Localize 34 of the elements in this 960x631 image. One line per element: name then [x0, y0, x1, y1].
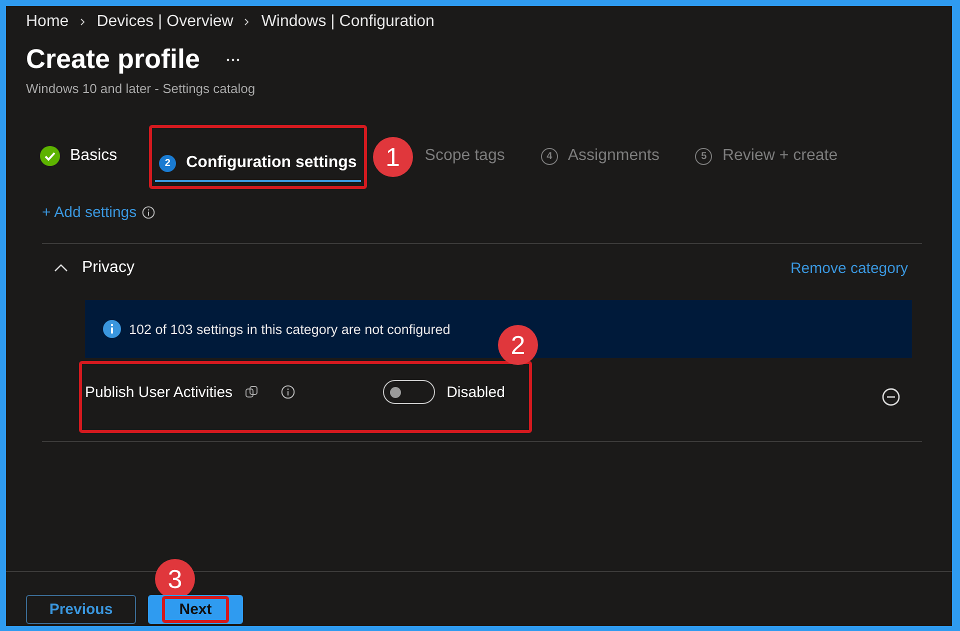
callout-number: 1	[372, 137, 413, 177]
step-number: 2	[159, 154, 176, 172]
step-number: 5	[695, 148, 712, 164]
info-icon	[103, 320, 121, 338]
breadcrumb-link[interactable]: Devices | Overview	[96, 13, 234, 31]
highlight-box: Next	[162, 596, 229, 623]
check-circle-icon	[40, 146, 60, 166]
page-title: Create profile	[26, 44, 200, 75]
page-subtitle: Windows 10 and later - Settings catalog	[26, 81, 256, 96]
add-settings-link[interactable]: + Add settings	[42, 204, 137, 221]
banner-text: 102 of 103 settings in this category are not configured	[129, 322, 450, 336]
setting-name: Publish User Activities	[85, 384, 233, 400]
copy-icon[interactable]	[244, 385, 259, 399]
wizard-step[interactable]: 4 Assignments	[536, 139, 664, 175]
chevron-up-icon[interactable]	[54, 264, 68, 272]
wizard-step[interactable]: Scope tags	[420, 139, 509, 175]
previous-button[interactable]: Previous	[26, 595, 136, 624]
wizard-step[interactable]: 5 Review + create	[691, 139, 842, 175]
remove-icon[interactable]	[882, 388, 900, 406]
info-icon	[142, 206, 155, 219]
breadcrumb-link[interactable]: Windows | Configuration	[261, 13, 434, 31]
more-icon[interactable]	[226, 58, 240, 62]
wizard-step[interactable]: 2 Configuration settings	[155, 146, 361, 182]
breadcrumb-link[interactable]: Home	[26, 13, 69, 31]
toggle-label: Disabled	[446, 384, 505, 400]
toggle-switch[interactable]	[382, 380, 435, 404]
chevron-right-icon	[243, 18, 252, 26]
chevron-right-icon	[78, 18, 87, 26]
info-icon	[280, 385, 295, 399]
wizard-step[interactable]: Basics	[36, 138, 122, 176]
step-number: 4	[540, 148, 558, 164]
remove-category-link[interactable]: Remove category	[790, 260, 908, 276]
category-name: Privacy	[82, 259, 134, 277]
next-button[interactable]: Next	[148, 595, 243, 624]
